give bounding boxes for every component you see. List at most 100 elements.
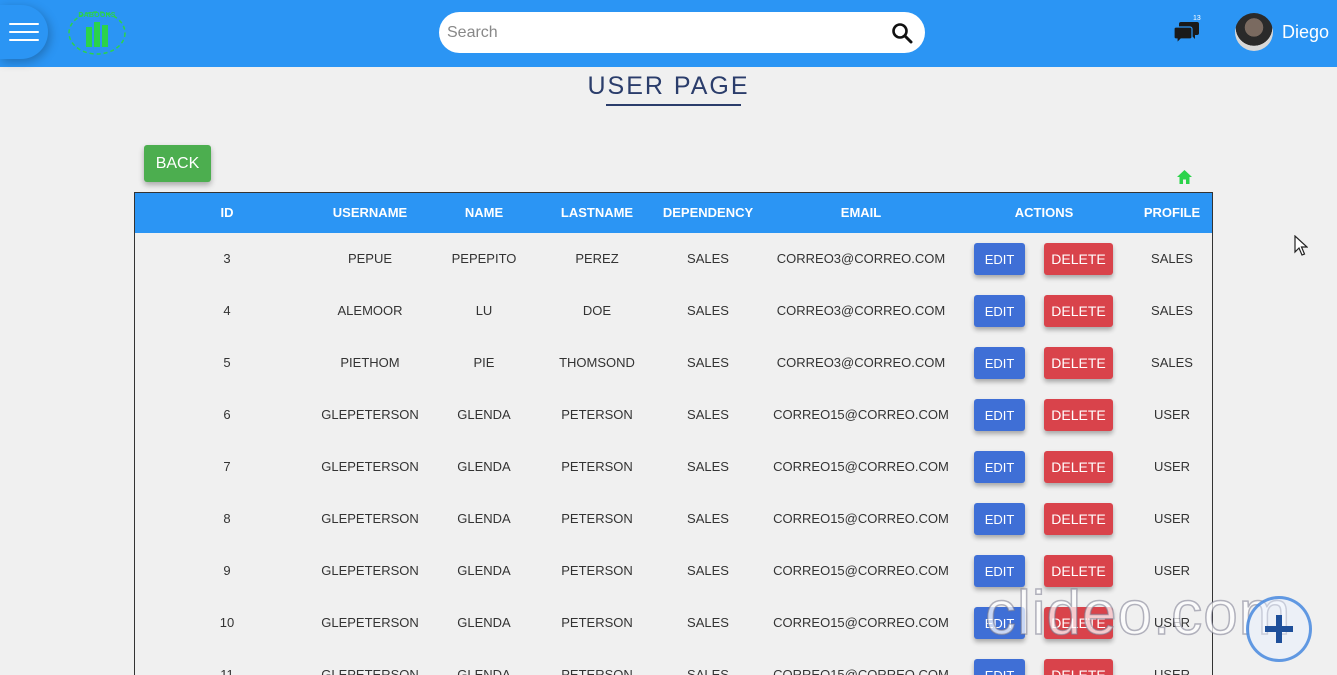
delete-button[interactable]: DELETE: [1044, 347, 1113, 379]
delete-button[interactable]: DELETE: [1044, 659, 1113, 675]
cell-id: 9: [223, 563, 231, 578]
edit-button[interactable]: EDIT: [974, 503, 1025, 535]
column-header-email: EMAIL: [840, 205, 882, 220]
cell-email: CORREO3@CORREO.COM: [776, 303, 946, 318]
table-row: 6 GLEPETERSON GLENDA PETERSON SALES CORREO15@…: [135, 389, 1212, 441]
cell-dependency: SALES: [687, 615, 729, 630]
menu-line: [9, 23, 39, 25]
column-header-name: NAME: [464, 205, 504, 220]
cell-email: CORREO3@CORREO.COM: [776, 251, 946, 266]
cell-name: PEPEPITO: [451, 251, 517, 266]
edit-button[interactable]: EDIT: [974, 659, 1025, 675]
table-row: 4 ALEMOOR LU DOE SALES CORREO3@CORREO.COM SALE…: [135, 285, 1212, 337]
cell-email: CORREO15@CORREO.COM: [773, 511, 949, 526]
delete-button[interactable]: DELETE: [1044, 243, 1113, 275]
avatar[interactable]: [1235, 13, 1273, 51]
cell-name: GLENDA: [457, 667, 511, 675]
cell-name: GLENDA: [457, 459, 511, 474]
edit-button[interactable]: EDIT: [974, 451, 1025, 483]
cell-dependency: SALES: [687, 251, 729, 266]
add-fab-button[interactable]: [1246, 596, 1312, 662]
edit-button[interactable]: EDIT: [974, 243, 1025, 275]
delete-button[interactable]: DELETE: [1044, 503, 1113, 535]
edit-button[interactable]: EDIT: [974, 295, 1025, 327]
cell-lastname: PETERSON: [561, 459, 633, 474]
cell-dependency: SALES: [687, 511, 729, 526]
cell-id: 7: [223, 459, 231, 474]
cell-username: GLEPETERSON: [321, 563, 419, 578]
cell-username: GLEPETERSON: [321, 667, 419, 675]
cell-id: 8: [223, 511, 231, 526]
top-navbar: DABOOKS 13 Diego: [0, 0, 1337, 67]
cell-username: GLEPETERSON: [321, 615, 419, 630]
hamburger-menu-button[interactable]: [0, 5, 48, 59]
cell-profile: SALES: [1151, 251, 1193, 266]
cell-username: GLEPETERSON: [321, 407, 419, 422]
user-name[interactable]: Diego: [1282, 22, 1329, 43]
cell-dependency: SALES: [687, 667, 729, 675]
cell-profile: SALES: [1151, 355, 1193, 370]
cell-profile: SALES: [1151, 303, 1193, 318]
cell-lastname: PETERSON: [561, 563, 633, 578]
edit-button[interactable]: EDIT: [974, 399, 1025, 431]
table-row: 11 GLEPETERSON GLENDA PETERSON SALES CORREO15…: [135, 649, 1212, 675]
cell-lastname: PEREZ: [575, 251, 619, 266]
plus-icon: [1265, 615, 1293, 643]
table-row: 7 GLEPETERSON GLENDA PETERSON SALES CORREO15@…: [135, 441, 1212, 493]
cell-username: ALEMOOR: [337, 303, 403, 318]
column-header-username: USERNAME: [332, 205, 408, 220]
cell-username: PEPUE: [347, 251, 393, 266]
column-header-id: ID: [220, 205, 234, 220]
home-icon[interactable]: [1176, 169, 1193, 185]
mouse-cursor-icon: [1294, 235, 1308, 256]
cell-dependency: SALES: [687, 355, 729, 370]
cell-lastname: PETERSON: [561, 667, 633, 675]
cell-email: CORREO15@CORREO.COM: [773, 459, 949, 474]
table-row: 8 GLEPETERSON GLENDA PETERSON SALES CORREO15@…: [135, 493, 1212, 545]
delete-button[interactable]: DELETE: [1044, 399, 1113, 431]
search-icon[interactable]: [891, 22, 913, 44]
menu-line: [9, 39, 39, 41]
cell-profile: USER: [1153, 667, 1191, 675]
table-header: ID USERNAME NAME LASTNAME DEPENDENCY EMA…: [135, 193, 1212, 233]
delete-button[interactable]: DELETE: [1044, 451, 1113, 483]
cell-id: 5: [223, 355, 231, 370]
cell-profile: USER: [1153, 407, 1191, 422]
cell-name: PIE: [473, 355, 495, 370]
cell-email: CORREO15@CORREO.COM: [773, 407, 949, 422]
back-button[interactable]: BACK: [144, 145, 211, 182]
cell-email: CORREO15@CORREO.COM: [773, 667, 949, 675]
cell-name: GLENDA: [457, 511, 511, 526]
delete-button[interactable]: DELETE: [1044, 295, 1113, 327]
cell-id: 3: [223, 251, 231, 266]
cell-email: CORREO15@CORREO.COM: [773, 563, 949, 578]
edit-button[interactable]: EDIT: [974, 347, 1025, 379]
cell-username: GLEPETERSON: [321, 459, 419, 474]
column-header-actions: ACTIONS: [1014, 205, 1074, 220]
column-header-profile: PROFILE: [1143, 205, 1201, 220]
cell-id: 4: [223, 303, 231, 318]
search-input[interactable]: [447, 12, 877, 53]
page-title: USER PAGE: [587, 72, 750, 100]
cell-lastname: PETERSON: [561, 407, 633, 422]
table-row: 5 PIETHOM PIE THOMSOND SALES CORREO3@CORREO.C…: [135, 337, 1212, 389]
cell-dependency: SALES: [687, 407, 729, 422]
column-header-lastname: LASTNAME: [560, 205, 634, 220]
cell-lastname: PETERSON: [561, 615, 633, 630]
cell-username: PIETHOM: [340, 355, 400, 370]
title-underline: [606, 104, 741, 106]
menu-line: [9, 31, 39, 33]
cell-dependency: SALES: [687, 459, 729, 474]
cell-email: CORREO3@CORREO.COM: [776, 355, 946, 370]
search-bar: [439, 12, 925, 53]
cell-email: CORREO15@CORREO.COM: [773, 615, 949, 630]
cell-dependency: SALES: [687, 563, 729, 578]
cell-dependency: SALES: [687, 303, 729, 318]
cell-profile: USER: [1153, 459, 1191, 474]
watermark: clideo.com: [984, 578, 1292, 649]
cell-lastname: THOMSOND: [559, 355, 635, 370]
logo-text: DABOOKS: [78, 12, 116, 19]
cell-name: GLENDA: [457, 563, 511, 578]
cell-id: 6: [223, 407, 231, 422]
cell-lastname: DOE: [582, 303, 612, 318]
